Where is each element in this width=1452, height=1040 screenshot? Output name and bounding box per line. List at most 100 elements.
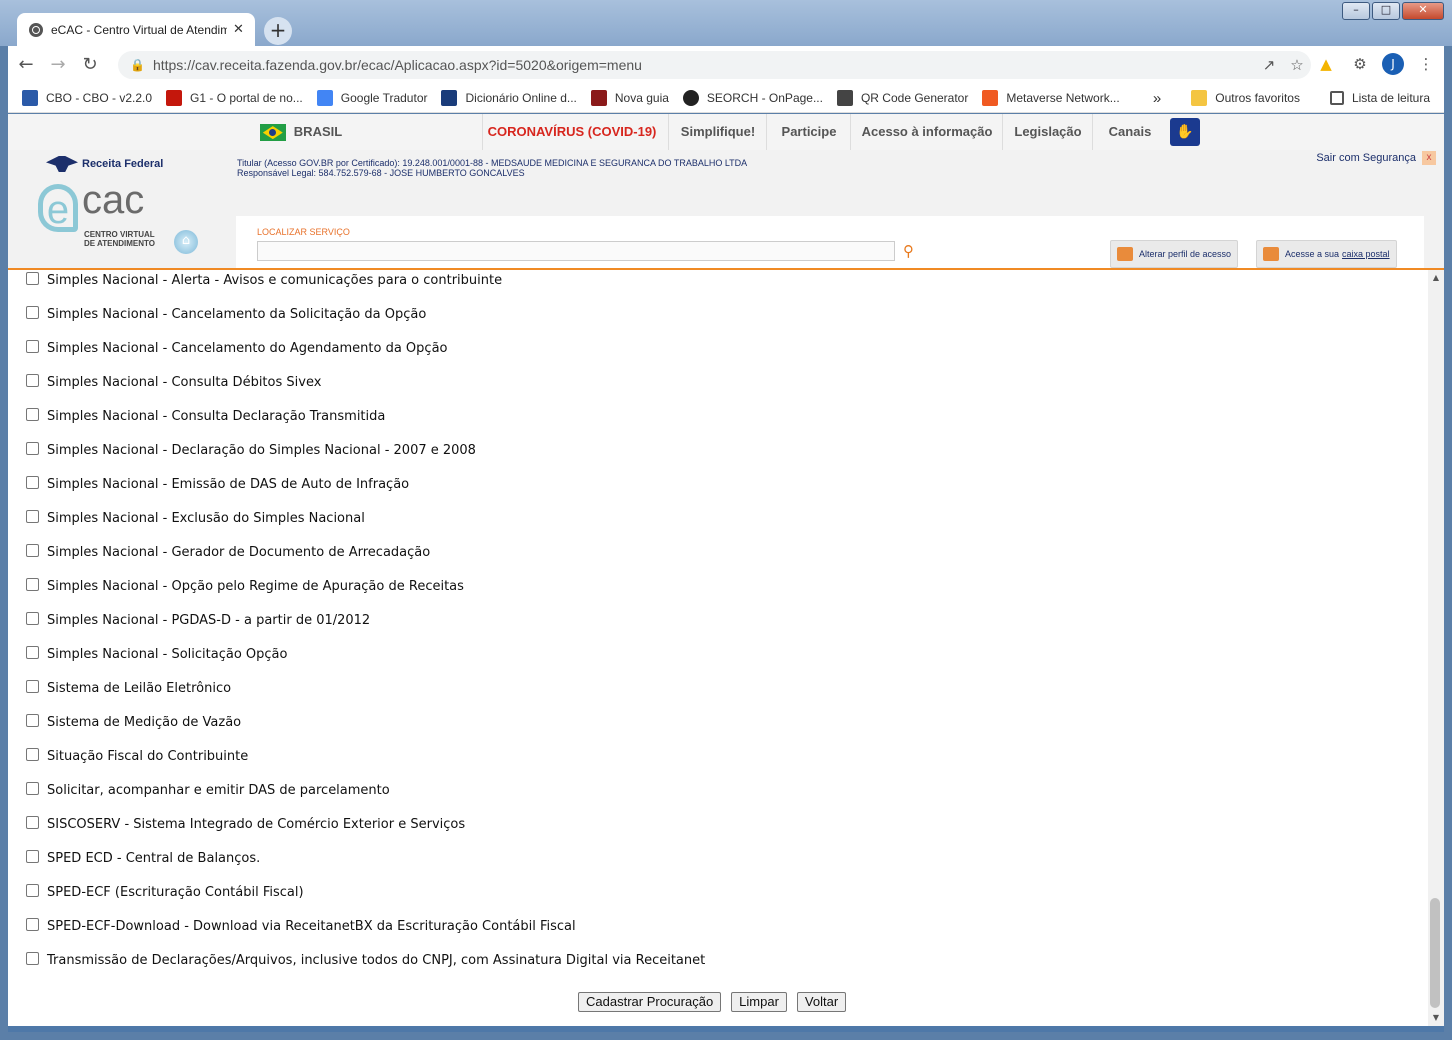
service-row[interactable]: Simples Nacional - Solicitação Opção [26,644,287,664]
service-checkbox[interactable] [26,407,39,421]
home-icon[interactable]: ⌂ [174,230,198,254]
bookmark-dicionario[interactable]: Dicionário Online d... [441,90,577,106]
g1-icon [166,90,183,106]
scroll-up-icon[interactable]: ▲ [1428,270,1444,286]
service-checkbox[interactable] [26,271,39,285]
gov-link-participe[interactable]: Participe [766,114,851,150]
gov-link-acesso-informacao[interactable]: Acesso à informação [850,114,1003,150]
cadastrar-procuracao-button[interactable]: Cadastrar Procuração [578,992,722,1012]
url-text[interactable]: https://cav.receita.fazenda.gov.br/ecac/… [153,57,1255,73]
dictionary-icon [441,90,458,106]
service-row[interactable]: Simples Nacional - Emissão de DAS de Aut… [26,474,409,494]
service-row[interactable]: SPED ECD - Central de Balanços. [26,848,260,868]
logout-link[interactable]: Sair com Segurança x [1316,150,1436,166]
service-checkbox[interactable] [26,645,39,659]
menu-kebab-icon[interactable]: ⋮ [1414,52,1438,76]
google-drive-icon[interactable]: ▲ [1314,52,1338,76]
tab-close-icon[interactable]: ✕ [233,22,244,37]
bookmark-nova-guia[interactable]: Nova guia [590,90,669,106]
reload-icon[interactable]: ↻ [76,51,104,79]
close-window-button[interactable]: ✕ [1402,2,1444,20]
service-row[interactable]: Transmissão de Declarações/Arquivos, inc… [26,950,705,970]
back-icon[interactable]: ← [12,51,40,79]
address-bar[interactable]: 🔒 https://cav.receita.fazenda.gov.br/eca… [118,51,1311,79]
service-row[interactable]: Sistema de Leilão Eletrônico [26,678,231,698]
service-search-input[interactable] [257,241,895,261]
service-row[interactable]: Sistema de Medição de Vazão [26,712,241,732]
bookmark-star-icon[interactable]: ☆ [1283,56,1311,74]
service-checkbox[interactable] [26,475,39,489]
service-checkbox[interactable] [26,305,39,319]
service-row[interactable]: Simples Nacional - Exclusão do Simples N… [26,508,365,528]
bookmark-qr-code[interactable]: QR Code Generator [836,90,968,106]
service-row[interactable]: Simples Nacional - PGDAS-D - a partir de… [26,610,370,630]
gov-brasil-link[interactable]: BRASIL [242,114,360,150]
bookmark-cbo[interactable]: CBO - CBO - v2.2.0 [22,90,152,106]
seorch-icon [682,90,699,106]
service-row[interactable]: Simples Nacional - Opção pelo Regime de … [26,576,464,596]
service-row[interactable]: SISCOSERV - Sistema Integrado de Comérci… [26,814,465,834]
bookmark-seorch[interactable]: SEORCH - OnPage... [682,90,823,106]
bookmark-metaverse[interactable]: Metaverse Network... [982,90,1120,106]
ecac-logo[interactable]: e cac CENTRO VIRTUAL DE ATENDIMENTO [38,178,168,254]
new-tab-button[interactable]: + [264,17,292,45]
service-row[interactable]: Solicitar, acompanhar e emitir DAS de pa… [26,780,390,800]
service-checkbox[interactable] [26,543,39,557]
limpar-button[interactable]: Limpar [731,992,787,1012]
bookmarks-overflow-button[interactable]: » [1153,90,1161,107]
service-row[interactable]: Simples Nacional - Consulta Declaração T… [26,406,385,426]
page-scrollbar[interactable]: ▲ ▼ [1428,270,1444,1026]
scroll-thumb[interactable] [1430,898,1440,1008]
forward-icon[interactable]: → [44,51,72,79]
caixa-postal-button[interactable]: Acesse a sua caixa postal [1256,240,1397,268]
minimize-button[interactable]: – [1342,2,1370,20]
service-checkbox[interactable] [26,951,39,965]
service-row[interactable]: Simples Nacional - Declaração do Simples… [26,440,476,460]
maximize-button[interactable]: □ [1372,2,1400,20]
service-checkbox[interactable] [26,509,39,523]
caixa-postal-link[interactable]: caixa postal [1342,249,1390,259]
browser-tab[interactable]: eCAC - Centro Virtual de Atendim ✕ [17,13,255,46]
gov-link-covid[interactable]: CORONAVÍRUS (COVID-19) [482,114,661,150]
extensions-icon[interactable]: ⚙ [1348,52,1372,76]
gov-link-canais[interactable]: Canais [1092,114,1167,150]
service-checkbox[interactable] [26,747,39,761]
service-checkbox[interactable] [26,577,39,591]
mail-icon [1263,247,1279,261]
reading-list[interactable]: Lista de leitura [1329,91,1430,105]
vlibras-accessibility-icon[interactable]: ✋ [1170,118,1200,146]
logout-x-icon[interactable]: x [1422,151,1436,165]
bookmark-google-tradutor[interactable]: Google Tradutor [316,90,427,106]
scroll-down-icon[interactable]: ▼ [1428,1010,1444,1026]
bookmark-g1[interactable]: G1 - O portal de no... [166,90,303,106]
service-row[interactable]: SPED-ECF-Download - Download via Receita… [26,916,576,936]
profile-avatar[interactable]: J [1382,53,1404,75]
service-row[interactable]: Simples Nacional - Cancelamento da Solic… [26,304,426,324]
service-row[interactable]: Simples Nacional - Alerta - Avisos e com… [26,270,502,290]
gov-link-simplifique[interactable]: Simplifique! [668,114,767,150]
service-checkbox[interactable] [26,883,39,897]
service-checkbox[interactable] [26,713,39,727]
service-row[interactable]: Simples Nacional - Cancelamento do Agend… [26,338,448,358]
service-checkbox[interactable] [26,373,39,387]
search-icon[interactable]: ⚲ [903,242,914,260]
service-row[interactable]: Simples Nacional - Consulta Débitos Sive… [26,372,321,392]
other-favorites[interactable]: Outros favoritos [1191,90,1300,106]
service-label: Simples Nacional - Cancelamento do Agend… [47,340,448,356]
service-checkbox[interactable] [26,917,39,931]
service-checkbox[interactable] [26,849,39,863]
alterar-perfil-button[interactable]: Alterar perfil de acesso [1110,240,1239,268]
service-checkbox[interactable] [26,339,39,353]
service-row[interactable]: Situação Fiscal do Contribuinte [26,746,248,766]
service-row[interactable]: Simples Nacional - Gerador de Documento … [26,542,430,562]
service-checkbox[interactable] [26,441,39,455]
voltar-button[interactable]: Voltar [796,992,847,1012]
service-checkbox[interactable] [26,611,39,625]
lock-icon[interactable]: 🔒 [130,58,145,72]
service-row[interactable]: SPED-ECF (Escrituração Contábil Fiscal) [26,882,304,902]
share-icon[interactable]: ↗ [1255,56,1283,74]
gov-link-legislacao[interactable]: Legislação [1002,114,1093,150]
service-checkbox[interactable] [26,781,39,795]
service-checkbox[interactable] [26,815,39,829]
service-checkbox[interactable] [26,679,39,693]
